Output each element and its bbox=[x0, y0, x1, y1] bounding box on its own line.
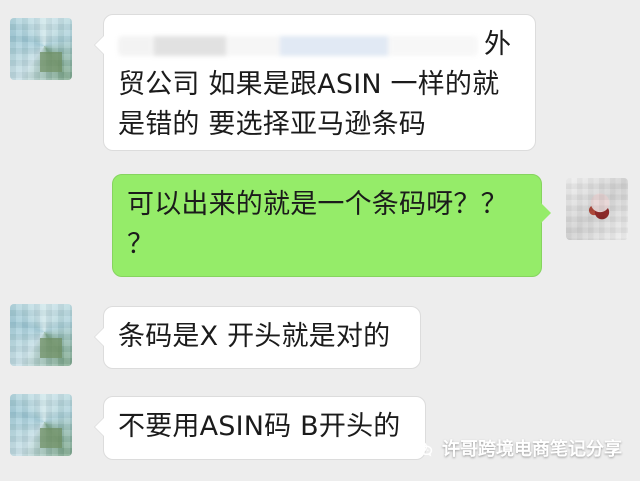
my-avatar[interactable] bbox=[566, 178, 628, 240]
contact-avatar[interactable] bbox=[10, 304, 72, 366]
message-line: 外 bbox=[118, 25, 521, 65]
message-bubble[interactable]: 条码是X 开头就是对的 bbox=[94, 306, 421, 369]
message-line: 贸公司 如果是跟ASIN 一样的就 bbox=[118, 69, 500, 100]
message-line: 不要用ASIN码 B开头的 bbox=[118, 411, 401, 442]
message-bubble[interactable]: 外 贸公司 如果是跟ASIN 一样的就 是错的 要选择亚马逊条码 bbox=[94, 14, 536, 151]
watermark: 许哥跨境电商笔记分享 bbox=[412, 435, 622, 461]
message-text: 外 bbox=[484, 29, 512, 60]
message-line: 是错的 要选择亚马逊条码 bbox=[118, 109, 426, 140]
message-line: 条码是X 开头就是对的 bbox=[118, 321, 391, 352]
message-bubble[interactable]: 可以出来的就是一个条码呀？？ ？ bbox=[112, 174, 551, 277]
contact-avatar[interactable] bbox=[10, 18, 72, 80]
message-bubble[interactable]: 不要用ASIN码 B开头的 bbox=[94, 396, 426, 460]
chat-screen: 外 贸公司 如果是跟ASIN 一样的就 是错的 要选择亚马逊条码 可以出来的就是… bbox=[0, 0, 640, 481]
contact-avatar[interactable] bbox=[10, 394, 72, 456]
watermark-text: 许哥跨境电商笔记分享 bbox=[442, 439, 622, 460]
message-line: 可以出来的就是一个条码呀？？ bbox=[127, 189, 508, 220]
redacted-text bbox=[118, 35, 478, 56]
message-line: ？ bbox=[127, 229, 155, 260]
wechat-icon bbox=[413, 441, 433, 457]
